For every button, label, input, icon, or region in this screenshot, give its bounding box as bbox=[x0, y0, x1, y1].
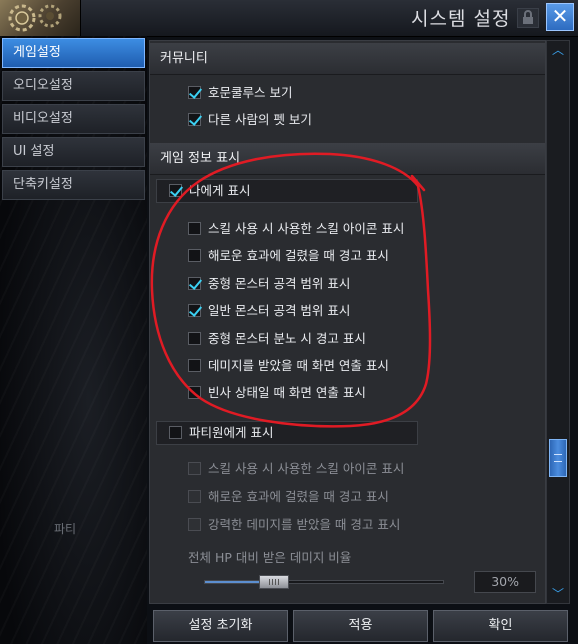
sidebar: 게임설정 오디오설정 비디오설정 UI 설정 단축키설정 파티 bbox=[0, 36, 147, 644]
checkbox[interactable] bbox=[169, 184, 182, 197]
sidebar-item-shortcut-settings[interactable]: 단축키설정 bbox=[2, 170, 145, 200]
sidebar-item-video-settings[interactable]: 비디오설정 bbox=[2, 104, 145, 134]
lock-button[interactable] bbox=[517, 8, 539, 28]
section-header-game-info: 게임 정보 표시 bbox=[150, 143, 545, 175]
checkbox[interactable] bbox=[188, 277, 201, 290]
checkbox[interactable] bbox=[188, 86, 201, 99]
sidebar-item-ui-settings[interactable]: UI 설정 bbox=[2, 137, 145, 167]
chevron-up-icon[interactable]: ︿ bbox=[550, 43, 566, 57]
subgroup-show-to-party[interactable]: 파티원에게 표시 bbox=[156, 421, 418, 445]
apply-button[interactable]: 적용 bbox=[293, 610, 428, 642]
hp-damage-ratio-label: 전체 HP 대비 받은 데미지 비율 bbox=[188, 550, 352, 565]
checkbox bbox=[188, 462, 201, 475]
hp-damage-ratio-value: 30% bbox=[474, 571, 536, 593]
settings-scrollbar[interactable]: ︿ ﹀ bbox=[546, 40, 570, 604]
section-header-community: 커뮤니티 bbox=[150, 43, 545, 75]
title-bar: 시스템 설정 ✕ bbox=[0, 0, 578, 37]
checkbox bbox=[188, 490, 201, 503]
close-icon: ✕ bbox=[551, 4, 569, 28]
settings-panel: 커뮤니티 호문쿨루스 보기 다른 사람의 펫 보기 게임 정보 표시 나에게 표… bbox=[149, 40, 546, 604]
gear-logo-icon bbox=[0, 0, 81, 36]
scrollbar-thumb[interactable] bbox=[549, 439, 567, 477]
checkbox[interactable] bbox=[169, 426, 182, 439]
checkbox[interactable] bbox=[188, 386, 201, 399]
chevron-down-icon[interactable]: ﹀ bbox=[550, 587, 566, 601]
subgroup-show-to-self[interactable]: 나에게 표시 bbox=[156, 179, 418, 203]
lock-icon bbox=[523, 10, 533, 24]
close-button[interactable]: ✕ bbox=[546, 3, 574, 31]
sidebar-item-game-settings[interactable]: 게임설정 bbox=[2, 38, 145, 68]
checkbox[interactable] bbox=[188, 113, 201, 126]
window-title: 시스템 설정 bbox=[411, 8, 511, 30]
checkbox[interactable] bbox=[188, 359, 201, 372]
sidebar-item-audio-settings[interactable]: 오디오설정 bbox=[2, 71, 145, 101]
checkbox[interactable] bbox=[188, 249, 201, 262]
checkbox[interactable] bbox=[188, 304, 201, 317]
checkbox[interactable] bbox=[188, 222, 201, 235]
checkbox[interactable] bbox=[188, 332, 201, 345]
background-party-text: 파티 bbox=[54, 522, 77, 536]
checkbox bbox=[188, 518, 201, 531]
hp-damage-ratio-slider[interactable] bbox=[204, 580, 444, 584]
reset-settings-button[interactable]: 설정 초기화 bbox=[153, 610, 288, 642]
confirm-button[interactable]: 확인 bbox=[433, 610, 568, 642]
slider-thumb[interactable] bbox=[259, 575, 289, 589]
